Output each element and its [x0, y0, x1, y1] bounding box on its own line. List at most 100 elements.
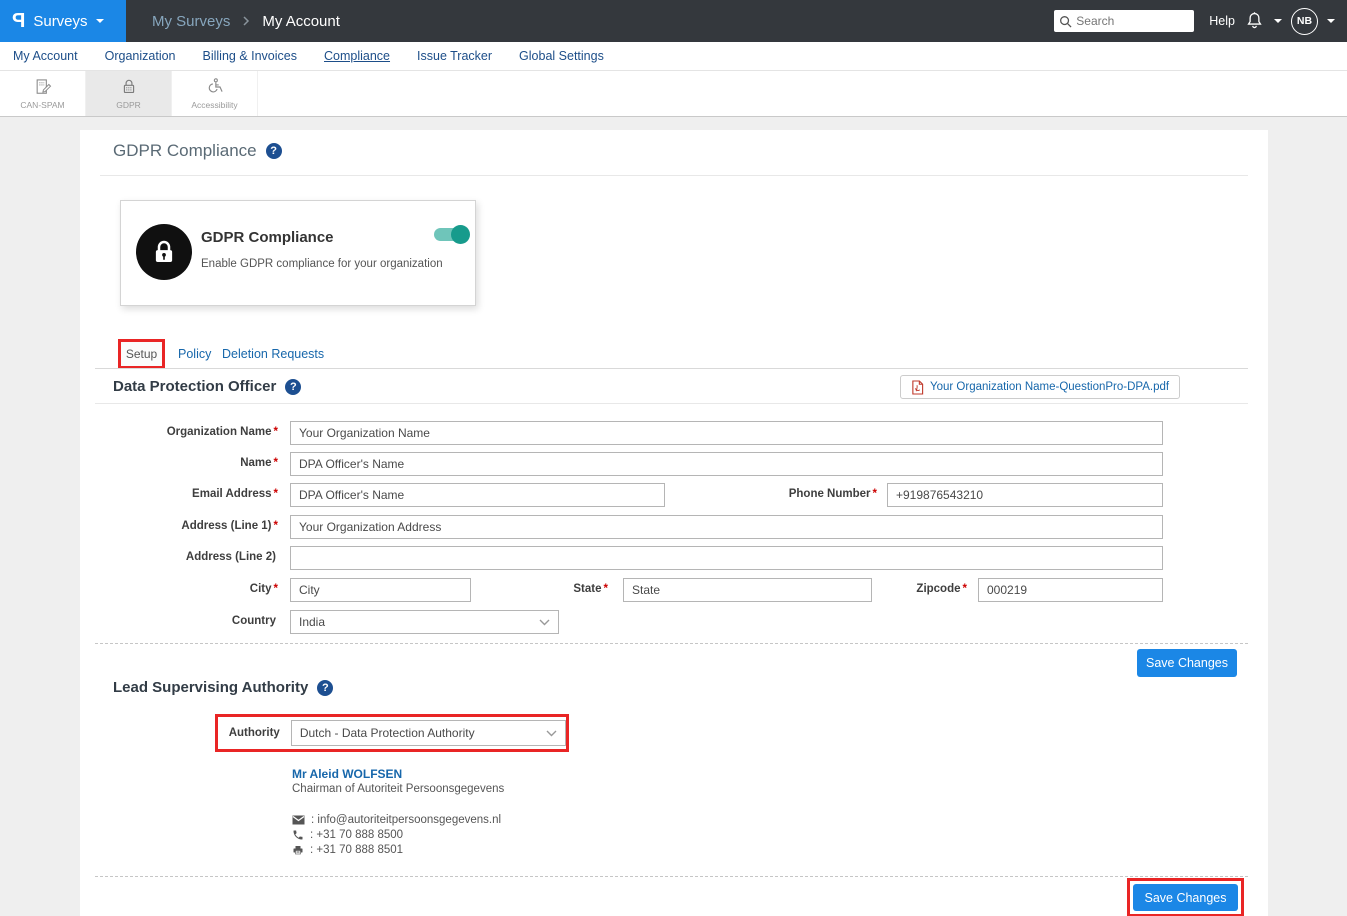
- nav-compliance[interactable]: Compliance: [324, 49, 390, 63]
- name-input[interactable]: [290, 452, 1163, 476]
- document-pencil-icon: [33, 77, 53, 97]
- tab-setup[interactable]: Setup: [118, 339, 165, 369]
- lsa-save-changes-button[interactable]: Save Changes: [1133, 884, 1238, 911]
- gdpr-toggle[interactable]: [434, 228, 466, 241]
- tab-can-spam-label: CAN-SPAM: [20, 100, 64, 110]
- authority-label: Authority: [218, 727, 280, 739]
- authority-fax-text: : +31 70 888 8501: [310, 844, 403, 856]
- avatar[interactable]: NB: [1291, 8, 1318, 35]
- breadcrumb-my-account: My Account: [262, 13, 340, 30]
- required-asterisk: *: [274, 426, 278, 438]
- zipcode-label: Zipcode*: [797, 583, 967, 595]
- dpa-pdf-button[interactable]: Your Organization Name-QuestionPro-DPA.p…: [900, 375, 1180, 399]
- organization-name-label: Organization Name*: [108, 426, 278, 438]
- zipcode-label-text: Zipcode: [916, 583, 960, 595]
- dpo-save-changes-button[interactable]: Save Changes: [1137, 649, 1237, 677]
- phone-number-input[interactable]: [887, 483, 1163, 507]
- account-caret-icon[interactable]: [1327, 19, 1335, 23]
- address-line1-input[interactable]: [290, 515, 1163, 539]
- required-asterisk: *: [873, 488, 877, 500]
- organization-name-input[interactable]: [290, 421, 1163, 445]
- phone-number-label: Phone Number*: [707, 488, 877, 500]
- address-line2-label: Address (Line 2): [108, 551, 278, 563]
- wheelchair-icon: [205, 77, 225, 97]
- search-input[interactable]: [1076, 14, 1189, 28]
- avatar-initials: NB: [1297, 15, 1312, 27]
- gdpr-toggle-knob: [451, 225, 470, 244]
- nav-global-settings[interactable]: Global Settings: [519, 49, 604, 63]
- gdpr-card-title: GDPR Compliance: [201, 229, 334, 246]
- questionpro-logo-icon: P: [12, 10, 25, 33]
- mail-icon: [292, 815, 305, 825]
- section-dashed-divider: [95, 643, 1248, 644]
- required-asterisk: *: [604, 583, 608, 595]
- authority-select[interactable]: Dutch - Data Protection Authority: [291, 720, 566, 746]
- nav-my-account[interactable]: My Account: [13, 49, 78, 63]
- dpo-divider: [95, 403, 1248, 404]
- nav-organization[interactable]: Organization: [105, 49, 176, 63]
- lsa-help-icon[interactable]: ?: [317, 680, 333, 696]
- zipcode-input[interactable]: [978, 578, 1163, 602]
- required-asterisk: *: [274, 583, 278, 595]
- city-label-text: City: [250, 583, 272, 595]
- breadcrumb-my-surveys[interactable]: My Surveys: [152, 13, 230, 30]
- tab-gdpr[interactable]: GDPR: [86, 71, 172, 116]
- address-line2-label-text: Address (Line 2): [186, 551, 276, 563]
- name-label: Name*: [108, 457, 278, 469]
- tab-accessibility[interactable]: Accessibility: [172, 71, 258, 116]
- nav-billing-invoices[interactable]: Billing & Invoices: [203, 49, 298, 63]
- bell-icon[interactable]: [1244, 10, 1265, 32]
- title-divider: [100, 175, 1248, 176]
- tab-accessibility-label: Accessibility: [191, 100, 237, 110]
- chevron-down-icon: [546, 730, 557, 737]
- page-title: GDPR Compliance ?: [113, 141, 282, 161]
- notifications-caret-icon[interactable]: [1274, 19, 1282, 23]
- country-label: Country: [108, 615, 278, 627]
- dpo-help-icon[interactable]: ?: [285, 379, 301, 395]
- help-link[interactable]: Help: [1209, 14, 1235, 28]
- address-line1-label: Address (Line 1)*: [108, 520, 278, 532]
- authority-email-line: : info@autoriteitpersoonsgegevens.nl: [292, 814, 501, 826]
- tab-gdpr-label: GDPR: [116, 100, 141, 110]
- padlock-icon: [119, 77, 139, 97]
- name-label-text: Name: [240, 457, 271, 469]
- save-annotation-box: Save Changes: [1127, 878, 1244, 916]
- gdpr-enable-card: GDPR Compliance Enable GDPR compliance f…: [120, 200, 476, 306]
- product-menu[interactable]: P Surveys: [0, 0, 126, 42]
- authority-email-text: : info@autoriteitpersoonsgegevens.nl: [311, 814, 501, 826]
- country-select[interactable]: India: [290, 610, 559, 634]
- required-asterisk: *: [274, 488, 278, 500]
- help-icon[interactable]: ?: [266, 143, 282, 159]
- authority-annotation-box: Authority Dutch - Data Protection Author…: [215, 714, 569, 752]
- search-icon: [1059, 15, 1072, 28]
- address-line1-label-text: Address (Line 1): [181, 520, 271, 532]
- gdpr-card-subtitle: Enable GDPR compliance for your organiza…: [201, 258, 443, 270]
- required-asterisk: *: [274, 520, 278, 532]
- dpo-heading-text: Data Protection Officer: [113, 378, 276, 395]
- search-box: [1054, 10, 1194, 32]
- authority-phone-line: : +31 70 888 8500: [292, 829, 403, 841]
- account-nav: My Account Organization Billing & Invoic…: [0, 42, 1347, 71]
- product-menu-label: Surveys: [33, 13, 87, 30]
- tab-setup-label: Setup: [126, 347, 157, 361]
- state-label-text: State: [573, 583, 601, 595]
- required-asterisk: *: [274, 457, 278, 469]
- dpa-pdf-label: Your Organization Name-QuestionPro-DPA.p…: [930, 381, 1169, 393]
- breadcrumb-separator-icon: [242, 15, 250, 27]
- country-select-value: India: [299, 615, 325, 629]
- authority-select-value: Dutch - Data Protection Authority: [300, 726, 475, 740]
- authority-contact-name[interactable]: Mr Aleid WOLFSEN: [292, 767, 402, 781]
- bottom-dashed-divider: [95, 876, 1248, 877]
- email-address-input[interactable]: [290, 483, 665, 507]
- nav-issue-tracker[interactable]: Issue Tracker: [417, 49, 492, 63]
- authority-contact-title: Chairman of Autoriteit Persoonsgegevens: [292, 783, 504, 795]
- topbar: P Surveys My Surveys My Account Help NB: [0, 0, 1347, 42]
- address-line2-input[interactable]: [290, 546, 1163, 570]
- pdf-icon: [911, 380, 924, 395]
- lock-badge-icon: [136, 224, 192, 280]
- required-asterisk: *: [963, 583, 967, 595]
- tab-can-spam[interactable]: CAN-SPAM: [0, 71, 86, 116]
- tab-policy[interactable]: Policy: [178, 347, 211, 361]
- tab-deletion-requests[interactable]: Deletion Requests: [222, 347, 324, 361]
- organization-name-label-text: Organization Name: [167, 426, 272, 438]
